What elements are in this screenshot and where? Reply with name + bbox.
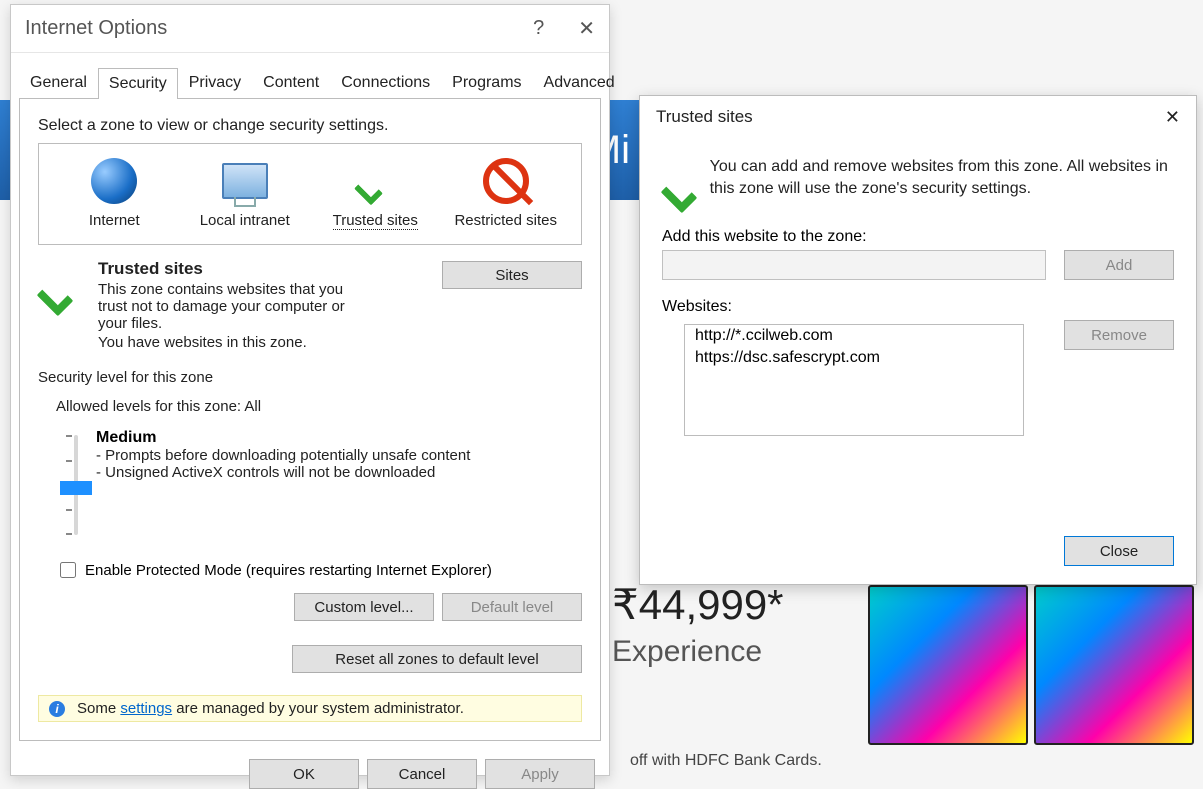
check-icon	[355, 161, 395, 201]
website-item[interactable]: https://dsc.safescrypt.com	[685, 347, 1023, 369]
zone-list: Internet Local intranet Trusted sites Restr…	[38, 143, 582, 245]
security-tab-panel: Select a zone to view or change security…	[19, 98, 601, 741]
remove-button[interactable]: Remove	[1064, 320, 1174, 350]
security-level-bullet-1: - Prompts before downloading potentially…	[96, 447, 582, 464]
options-title: Internet Options	[25, 17, 167, 40]
options-tabs: GeneralSecurityPrivacyContentConnections…	[11, 53, 609, 98]
trusted-title: Trusted sites	[656, 107, 753, 127]
zone-prompt: Select a zone to view or change security…	[38, 117, 582, 135]
tab-programs[interactable]: Programs	[441, 67, 532, 98]
custom-level-button[interactable]: Custom level...	[294, 593, 434, 621]
cancel-button[interactable]: Cancel	[367, 759, 477, 789]
tab-connections[interactable]: Connections	[330, 67, 441, 98]
background-footnote: off with HDFC Bank Cards.	[630, 752, 822, 770]
admin-suffix: are managed by your system administrator…	[172, 700, 464, 717]
add-website-label: Add this website to the zone:	[640, 206, 1196, 250]
protected-mode-checkbox[interactable]	[60, 562, 76, 578]
apply-button[interactable]: Apply	[485, 759, 595, 789]
ok-button[interactable]: OK	[249, 759, 359, 789]
slider-thumb[interactable]	[60, 481, 92, 495]
zone-label: Restricted sites	[451, 212, 561, 229]
trusted-heading: Trusted sites	[98, 259, 442, 279]
zone-label: Local intranet	[190, 212, 300, 229]
allowed-levels: Allowed levels for this zone: All	[56, 398, 582, 415]
help-icon[interactable]: ?	[533, 17, 544, 40]
admin-prefix: Some	[77, 700, 120, 717]
security-level-group-label: Security level for this zone	[38, 369, 582, 386]
monitor-icon	[222, 163, 268, 199]
website-item[interactable]: http://*.ccilweb.com	[685, 325, 1023, 347]
tab-content[interactable]: Content	[252, 67, 330, 98]
trusted-check-icon	[38, 259, 88, 309]
zone-internet[interactable]: Internet	[59, 154, 169, 230]
trusted-sites-dialog: Trusted sites ✕ You can add and remove w…	[639, 95, 1197, 585]
websites-label: Websites:	[640, 280, 1196, 320]
restricted-icon	[483, 158, 529, 204]
close-icon[interactable]: ✕	[578, 16, 595, 41]
add-button[interactable]: Add	[1064, 250, 1174, 280]
admin-notice: i Some settings are managed by your syst…	[38, 695, 582, 722]
websites-listbox[interactable]: http://*.ccilweb.comhttps://dsc.safescry…	[684, 324, 1024, 436]
background-price: ₹44,999*	[612, 580, 784, 629]
trusted-desc-2: You have websites in this zone.	[98, 334, 442, 351]
options-titlebar: Internet Options ? ✕	[11, 5, 609, 53]
tab-advanced[interactable]: Advanced	[533, 67, 626, 98]
zone-label: Internet	[59, 212, 169, 229]
security-level-name: Medium	[96, 429, 582, 447]
add-website-input[interactable]	[662, 250, 1046, 280]
trusted-intro-text: You can add and remove websites from thi…	[710, 156, 1174, 206]
globe-icon	[91, 158, 137, 204]
reset-zones-button[interactable]: Reset all zones to default level	[292, 645, 582, 673]
info-icon: i	[49, 701, 65, 717]
close-button[interactable]: Close	[1064, 536, 1174, 566]
trusted-check-icon	[662, 156, 692, 206]
sites-button[interactable]: Sites	[442, 261, 582, 289]
zone-local-intranet[interactable]: Local intranet	[190, 154, 300, 230]
zone-trusted-sites[interactable]: Trusted sites	[320, 154, 430, 230]
internet-options-dialog: Internet Options ? ✕ GeneralSecurityPriv…	[10, 4, 610, 776]
admin-settings-link[interactable]: settings	[120, 700, 172, 717]
protected-mode-label: Enable Protected Mode (requires restarti…	[85, 562, 492, 579]
tab-general[interactable]: General	[19, 67, 98, 98]
tab-privacy[interactable]: Privacy	[178, 67, 252, 98]
close-icon[interactable]: ✕	[1165, 107, 1180, 128]
zone-label: Trusted sites	[333, 212, 418, 230]
trusted-desc-1: This zone contains websites that you tru…	[98, 281, 368, 332]
security-level-slider[interactable]	[74, 435, 78, 535]
zone-restricted-sites[interactable]: Restricted sites	[451, 154, 561, 230]
background-tagline: Experience	[612, 635, 762, 669]
background-thumbnails	[868, 585, 1194, 745]
security-level-bullet-2: - Unsigned ActiveX controls will not be …	[96, 464, 582, 481]
tab-security[interactable]: Security	[98, 68, 178, 99]
default-level-button[interactable]: Default level	[442, 593, 582, 621]
trusted-titlebar: Trusted sites ✕	[640, 96, 1196, 138]
